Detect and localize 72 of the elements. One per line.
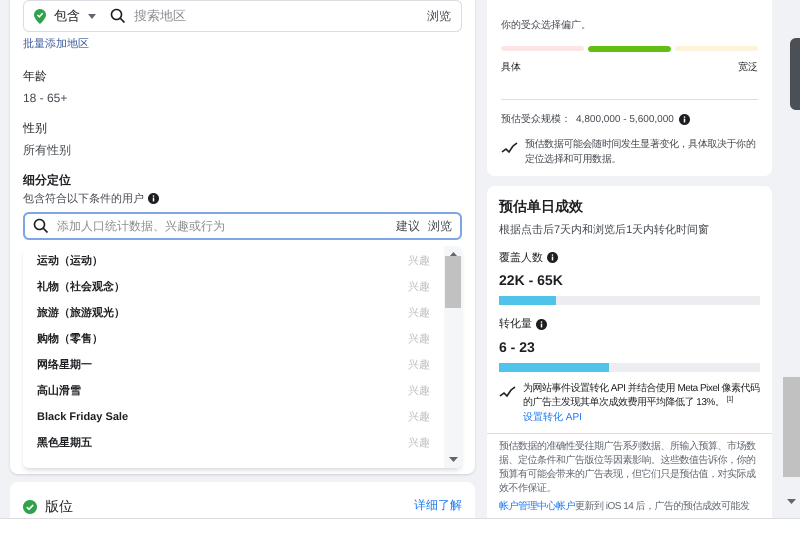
audience-note: 预估数据可能会随时间发生显著变化，具体取决于你的定位选择和可用数据。 xyxy=(525,138,756,167)
suggestion-label: 网络星期一 xyxy=(37,358,92,373)
ios-note: 帐户管理中心帐户更新到 iOS 14 后，广告的预估成效可能发 xyxy=(499,500,751,514)
field-label: 性别 xyxy=(23,120,48,136)
suggestion-item[interactable]: 网络星期一 兴趣 xyxy=(23,352,444,378)
scroll-down-icon[interactable] xyxy=(787,499,796,504)
audience-size-value: 4,800,000 - 5,600,000 xyxy=(576,113,674,127)
info-icon xyxy=(547,252,558,264)
suggestion-item[interactable]: 购物（零售） 兴趣 xyxy=(23,326,444,352)
trend-icon xyxy=(501,141,519,155)
check-circle-icon xyxy=(23,500,37,514)
account-center-link[interactable]: 帐户管理中心帐户 xyxy=(499,500,575,512)
meter-label: 具体 xyxy=(501,61,521,75)
suggestion-type: 兴趣 xyxy=(408,306,430,321)
setup-api-link[interactable]: 设置转化 API xyxy=(523,410,582,424)
suggestion-type: 兴趣 xyxy=(408,358,430,373)
metric-label: 覆盖人数 xyxy=(499,250,543,266)
info-icon xyxy=(536,318,547,330)
suggestion-label: Black Friday Sale xyxy=(37,410,128,425)
location-pin-icon xyxy=(34,8,46,24)
suggestion-type: 兴趣 xyxy=(408,410,430,425)
trend-icon xyxy=(499,384,517,398)
location-field[interactable]: 包含 搜索地区 浏览 xyxy=(23,0,462,32)
field-label: 细分定位 xyxy=(23,172,72,188)
field-subtitle: 包含符合以下条件的用户 xyxy=(23,192,144,206)
suggestion-type: 兴趣 xyxy=(408,384,430,399)
tip-text: 为网站事件设置转化 API 并结合使用 Meta Pixel 像素代码的广告主发现其单次成效费用平均降低了 13%。 $^{[1]}$ xyxy=(523,382,760,410)
search-icon xyxy=(110,8,126,24)
learn-more-link[interactable]: 详细了解 xyxy=(414,496,462,514)
audience-size-label: 预估受众规模： xyxy=(501,112,571,127)
suggestion-type: 兴趣 xyxy=(408,332,430,347)
field-label: 年龄 xyxy=(23,68,48,84)
suggestion-item[interactable]: Black Friday Sale 兴趣 xyxy=(23,404,444,430)
include-dropdown[interactable]: 包含 xyxy=(54,6,80,26)
field-value: 所有性别 xyxy=(23,142,72,158)
suggestion-type: 兴趣 xyxy=(408,280,430,295)
card-subtitle: 根据点击后7天内和浏览后1天内转化时间窗 xyxy=(499,222,710,238)
scroll-down-icon[interactable] xyxy=(448,457,458,462)
browse-button[interactable]: 浏览 xyxy=(427,7,451,25)
info-icon xyxy=(678,114,690,125)
scrollbar-thumb[interactable] xyxy=(445,256,461,308)
disclaimer-text: 预估数据的准确性受往期广告系列数据、所输入预算、市场数据、定位条件和广告版位等因素影响。这些数值告诉你，你的预算有可能会带来的广告表现，但它们只是预估值，对实际成效不作保证。 xyxy=(499,440,756,496)
suggestion-item[interactable]: 运动（运动） 兴趣 xyxy=(23,248,444,274)
side-panel-tab[interactable] xyxy=(790,38,800,110)
search-icon xyxy=(33,218,49,234)
caret-icon xyxy=(88,14,96,18)
suggestion-item[interactable]: 高山滑雪 兴趣 xyxy=(23,378,444,404)
section-title: 版位 xyxy=(45,497,73,516)
suggestion-label: 黑色星期五 xyxy=(37,436,92,451)
suggestion-type: 兴趣 xyxy=(408,254,430,269)
metric-value: 22K - 65K xyxy=(499,271,564,290)
suggest-button[interactable]: 建议 xyxy=(396,217,420,235)
suggestion-label: 运动（运动） xyxy=(37,254,103,269)
suggestion-item[interactable]: 礼物（社会观念） 兴趣 xyxy=(23,274,444,300)
browse-button[interactable]: 浏览 xyxy=(428,217,452,235)
suggestion-label: 购物（零售） xyxy=(37,332,103,347)
targeting-search-field[interactable]: 添加人口统计数据、兴趣或行为 建议 浏览 xyxy=(23,212,462,240)
suggestion-item[interactable]: 旅游（旅游观光） 兴趣 xyxy=(23,300,444,326)
card-title: 预估单日成效 xyxy=(499,197,584,216)
scrollbar-thumb[interactable] xyxy=(783,377,800,477)
info-icon xyxy=(148,193,159,204)
meter-label: 宽泛 xyxy=(738,60,758,75)
suggestion-label: 高山滑雪 xyxy=(37,384,81,399)
suggestion-type: 兴趣 xyxy=(408,436,430,451)
suggestion-label: 旅游（旅游观光） xyxy=(37,306,125,321)
suggestion-item[interactable]: 黑色星期五 兴趣 xyxy=(23,430,444,456)
field-value: 18 - 65+ xyxy=(23,90,68,106)
metric-label: 转化量 xyxy=(499,317,532,332)
audience-summary: 你的受众选择偏广。 xyxy=(501,18,592,33)
metric-value: 6 - 23 xyxy=(499,338,536,356)
suggestion-label: 礼物（社会观念） xyxy=(37,280,125,295)
bulk-add-link[interactable]: 批量添加地区 xyxy=(23,36,462,52)
